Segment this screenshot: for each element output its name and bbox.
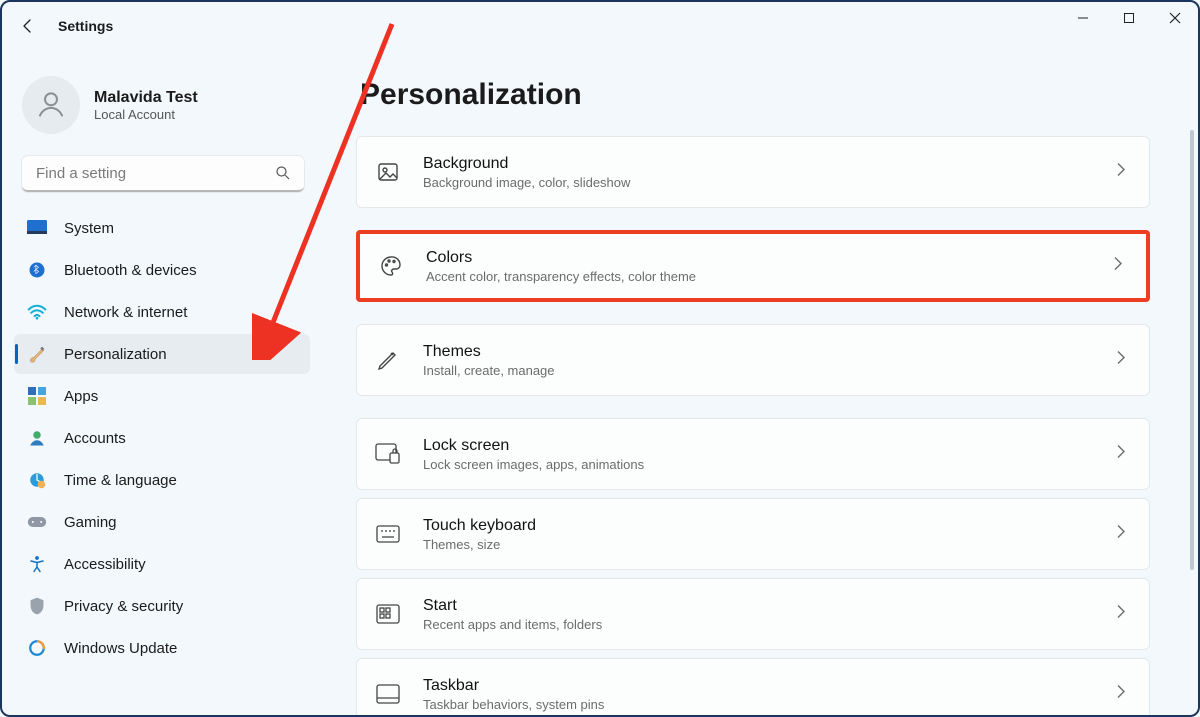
card-title: Taskbar	[423, 677, 604, 695]
pen-icon	[375, 347, 401, 373]
card-colors[interactable]: Colors Accent color, transparency effects…	[356, 230, 1150, 302]
sidebar-item-label: Accounts	[64, 430, 126, 447]
page-title: Personalization	[360, 78, 1186, 112]
card-lock-screen[interactable]: Lock screen Lock screen images, apps, ani…	[356, 418, 1150, 490]
card-desc: Lock screen images, apps, animations	[423, 457, 644, 472]
profile-block[interactable]: Malavida Test Local Account	[10, 64, 316, 152]
card-title: Start	[423, 597, 602, 615]
chevron-right-icon	[1115, 605, 1127, 624]
keyboard-icon	[375, 521, 401, 547]
avatar	[22, 76, 80, 134]
card-desc: Taskbar behaviors, system pins	[423, 697, 604, 712]
card-background[interactable]: Background Background image, color, slide…	[356, 136, 1150, 208]
system-icon	[26, 217, 48, 239]
sidebar-item-label: System	[64, 220, 114, 237]
card-title: Touch keyboard	[423, 517, 536, 535]
window-controls	[1060, 2, 1198, 34]
sidebar-item-label: Network & internet	[64, 304, 187, 321]
sidebar-item-accessibility[interactable]: Accessibility	[14, 544, 310, 584]
wifi-icon	[26, 301, 48, 323]
card-taskbar[interactable]: Taskbar Taskbar behaviors, system pins	[356, 658, 1150, 715]
settings-cards: Background Background image, color, slide…	[356, 136, 1186, 715]
chevron-right-icon	[1115, 525, 1127, 544]
profile-name: Malavida Test	[94, 89, 198, 107]
nav-list: System Bluetooth & devices Network & int…	[10, 208, 316, 668]
lock-screen-icon	[375, 441, 401, 467]
sidebar-item-label: Gaming	[64, 514, 117, 531]
card-desc: Background image, color, slideshow	[423, 175, 630, 190]
sidebar: Malavida Test Local Account System Bluet…	[10, 64, 320, 711]
shield-icon	[26, 595, 48, 617]
apps-icon	[26, 385, 48, 407]
card-desc: Themes, size	[423, 537, 536, 552]
sidebar-item-bluetooth[interactable]: Bluetooth & devices	[14, 250, 310, 290]
chevron-right-icon	[1115, 351, 1127, 370]
gaming-icon	[26, 511, 48, 533]
card-desc: Install, create, manage	[423, 363, 555, 378]
chevron-right-icon	[1115, 163, 1127, 182]
search-icon	[274, 164, 292, 187]
sidebar-item-time-language[interactable]: Time & language	[14, 460, 310, 500]
bluetooth-icon	[26, 259, 48, 281]
sidebar-item-system[interactable]: System	[14, 208, 310, 248]
minimize-button[interactable]	[1060, 2, 1106, 34]
card-title: Colors	[426, 249, 696, 267]
maximize-button[interactable]	[1106, 2, 1152, 34]
title-bar: Settings	[2, 2, 1198, 50]
sidebar-item-personalization[interactable]: Personalization	[14, 334, 310, 374]
palette-icon	[378, 253, 404, 279]
chevron-right-icon	[1115, 445, 1127, 464]
update-icon	[26, 637, 48, 659]
sidebar-item-label: Accessibility	[64, 556, 146, 573]
sidebar-item-accounts[interactable]: Accounts	[14, 418, 310, 458]
sidebar-item-privacy[interactable]: Privacy & security	[14, 586, 310, 626]
card-start[interactable]: Start Recent apps and items, folders	[356, 578, 1150, 650]
sidebar-item-label: Privacy & security	[64, 598, 183, 615]
scrollbar-thumb[interactable]	[1190, 130, 1194, 570]
search-input[interactable]	[22, 156, 304, 192]
taskbar-icon	[375, 681, 401, 707]
card-themes[interactable]: Themes Install, create, manage	[356, 324, 1150, 396]
paintbrush-icon	[26, 343, 48, 365]
globe-clock-icon	[26, 469, 48, 491]
picture-icon	[375, 159, 401, 185]
sidebar-item-label: Bluetooth & devices	[64, 262, 197, 279]
start-icon	[375, 601, 401, 627]
sidebar-item-label: Personalization	[64, 346, 167, 363]
card-touch-keyboard[interactable]: Touch keyboard Themes, size	[356, 498, 1150, 570]
close-button[interactable]	[1152, 2, 1198, 34]
sidebar-item-apps[interactable]: Apps	[14, 376, 310, 416]
user-icon	[34, 88, 68, 122]
card-desc: Accent color, transparency effects, colo…	[426, 269, 696, 284]
search-wrap	[22, 156, 304, 192]
sidebar-item-windows-update[interactable]: Windows Update	[14, 628, 310, 668]
card-title: Background	[423, 155, 630, 173]
sidebar-item-label: Windows Update	[64, 640, 177, 657]
accounts-icon	[26, 427, 48, 449]
app-title: Settings	[58, 18, 113, 34]
sidebar-item-gaming[interactable]: Gaming	[14, 502, 310, 542]
back-button[interactable]	[6, 4, 50, 48]
card-desc: Recent apps and items, folders	[423, 617, 602, 632]
arrow-left-icon	[20, 18, 36, 34]
sidebar-item-label: Apps	[64, 388, 98, 405]
profile-sub: Local Account	[94, 107, 198, 122]
main-content: Personalization Background Background ima…	[356, 64, 1186, 715]
close-icon	[1169, 12, 1181, 24]
card-title: Lock screen	[423, 437, 644, 455]
chevron-right-icon	[1112, 257, 1124, 276]
sidebar-item-label: Time & language	[64, 472, 177, 489]
card-title: Themes	[423, 343, 555, 361]
chevron-right-icon	[1115, 685, 1127, 704]
minimize-icon	[1077, 12, 1089, 24]
accessibility-icon	[26, 553, 48, 575]
sidebar-item-network[interactable]: Network & internet	[14, 292, 310, 332]
maximize-icon	[1123, 12, 1135, 24]
